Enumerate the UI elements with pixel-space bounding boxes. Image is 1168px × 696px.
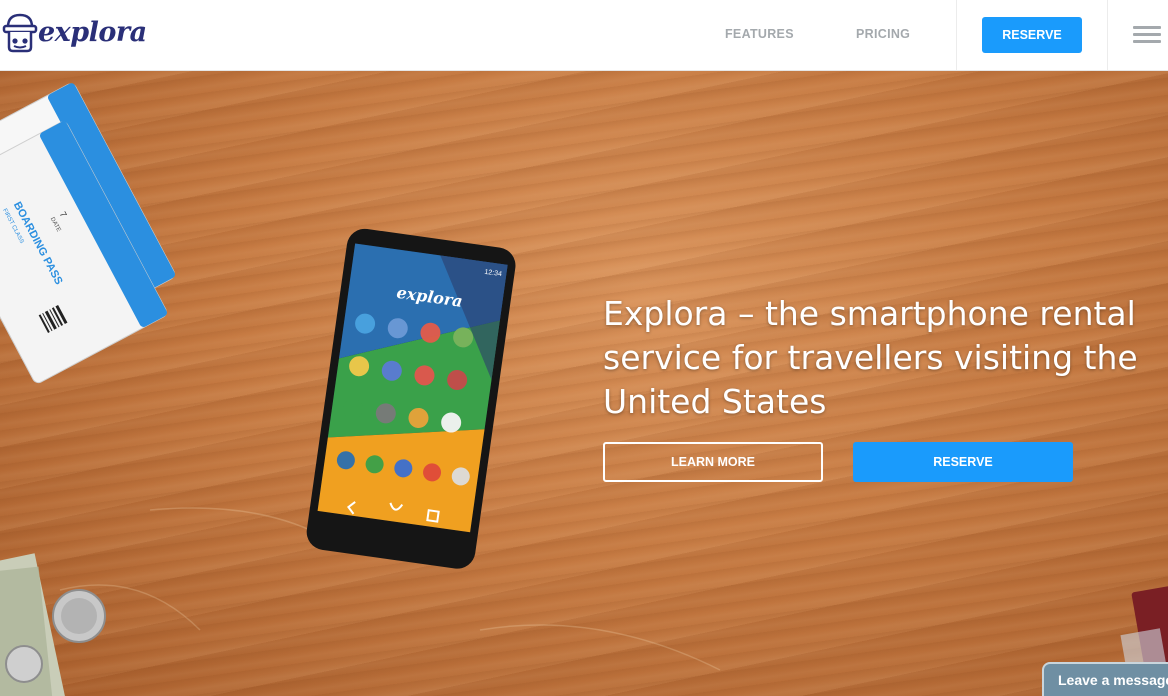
hero-reserve-button[interactable]: RESERVE — [853, 442, 1073, 482]
cash-and-coins-image — [0, 553, 106, 696]
header-reserve-button[interactable]: RESERVE — [982, 17, 1082, 53]
learn-more-button[interactable]: LEARN MORE — [603, 442, 823, 482]
nav-divider — [1107, 0, 1108, 70]
site-header: explora FEATURES PRICING RESERVE — [0, 0, 1168, 71]
nav-divider — [956, 0, 957, 70]
hero-section: BOARDING PASS FIRST CLASS DATE 7 12:34 e… — [0, 70, 1168, 696]
explorer-hat-icon — [2, 13, 38, 53]
explora-logo[interactable]: explora — [2, 11, 147, 59]
smartphone-image: 12:34 explora — [306, 228, 516, 569]
nav-features-link[interactable]: FEATURES — [725, 27, 794, 41]
leave-message-chat-button[interactable]: Leave a message — [1042, 662, 1168, 696]
boarding-pass-image: BOARDING PASS FIRST CLASS DATE 7 — [0, 83, 175, 384]
hamburger-menu-icon[interactable] — [1133, 26, 1161, 44]
logo-wordmark: explora — [38, 17, 147, 48]
nav-pricing-link[interactable]: PRICING — [856, 27, 910, 41]
hero-headline: Explora – the smartphone rental service f… — [603, 294, 1138, 421]
